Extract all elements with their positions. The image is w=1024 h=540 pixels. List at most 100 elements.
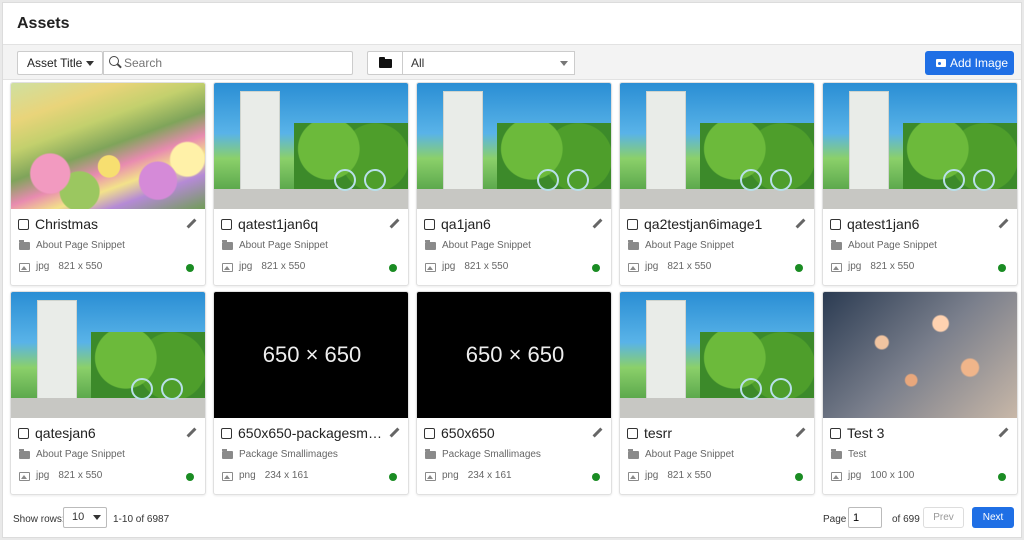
add-image-button[interactable]: Add Image xyxy=(925,51,1014,75)
asset-card[interactable]: 650 × 650 650x650-packagesmall... Package … xyxy=(213,291,409,495)
select-checkbox[interactable] xyxy=(18,219,29,230)
select-checkbox[interactable] xyxy=(627,219,638,230)
asset-thumbnail[interactable] xyxy=(214,83,408,209)
asset-name: qatest1jan6q xyxy=(238,216,319,232)
image-icon xyxy=(425,263,436,272)
status-dot xyxy=(998,473,1006,481)
select-checkbox[interactable] xyxy=(18,428,29,439)
asset-folder: About Page Snippet xyxy=(645,449,734,460)
pencil-icon[interactable] xyxy=(389,428,399,438)
asset-thumbnail[interactable] xyxy=(823,292,1017,418)
file-dimensions: 821 x 550 xyxy=(870,261,915,272)
asset-name: 650x650 xyxy=(441,425,495,441)
chevron-down-icon xyxy=(86,61,94,66)
file-type: jpg xyxy=(36,261,50,272)
asset-name: tesrr xyxy=(644,425,672,441)
asset-card[interactable]: Test 3 Test jpg 100 x 100 xyxy=(822,291,1018,495)
asset-meta: jpg 821 x 550 xyxy=(36,470,102,481)
rows-per-page-select[interactable]: 10 xyxy=(63,507,107,528)
page-title: Assets xyxy=(17,15,70,32)
image-icon xyxy=(628,472,639,481)
select-checkbox[interactable] xyxy=(627,428,638,439)
folder-button[interactable] xyxy=(367,51,403,75)
status-dot xyxy=(389,473,397,481)
file-type: jpg xyxy=(848,261,862,272)
asset-card[interactable]: qatesjan6 About Page Snippet jpg 821 x 550 xyxy=(10,291,206,495)
asset-name: Test 3 xyxy=(847,425,885,441)
status-dot xyxy=(389,264,397,272)
image-icon xyxy=(222,263,233,272)
status-dot xyxy=(592,473,600,481)
folder-icon xyxy=(222,449,233,459)
asset-name: 650x650-packagesmall... xyxy=(238,425,386,441)
file-dimensions: 821 x 550 xyxy=(667,261,712,272)
image-add-icon xyxy=(936,59,946,67)
folder-icon xyxy=(628,240,639,250)
asset-meta: jpg 821 x 550 xyxy=(645,261,711,272)
pencil-icon[interactable] xyxy=(592,219,602,229)
pencil-icon[interactable] xyxy=(389,219,399,229)
pencil-icon[interactable] xyxy=(998,428,1008,438)
select-checkbox[interactable] xyxy=(830,428,841,439)
file-dimensions: 100 x 100 xyxy=(870,470,915,481)
file-type: jpg xyxy=(442,261,456,272)
file-type: jpg xyxy=(239,261,253,272)
pencil-icon[interactable] xyxy=(795,219,805,229)
asset-thumbnail[interactable]: 650 × 650 xyxy=(417,292,611,418)
asset-card[interactable]: 650 × 650 650x650 Package Smallimages png 23… xyxy=(416,291,612,495)
asset-meta: jpg 821 x 550 xyxy=(239,261,305,272)
select-checkbox[interactable] xyxy=(221,428,232,439)
asset-folder: About Page Snippet xyxy=(239,240,328,251)
file-type: png xyxy=(239,470,256,481)
file-dimensions: 821 x 550 xyxy=(58,470,103,481)
asset-thumbnail[interactable] xyxy=(11,83,205,209)
select-checkbox[interactable] xyxy=(221,219,232,230)
folder-select[interactable]: All xyxy=(403,51,575,75)
page-number-input[interactable] xyxy=(848,507,882,528)
prev-button[interactable]: Prev xyxy=(923,507,964,528)
asset-card[interactable]: Christmas About Page Snippet jpg 821 x 550 xyxy=(10,82,206,286)
asset-folder: About Page Snippet xyxy=(848,240,937,251)
folder-select-value: All xyxy=(411,56,425,70)
asset-meta: jpg 821 x 550 xyxy=(442,261,508,272)
asset-meta: jpg 821 x 550 xyxy=(36,261,102,272)
select-checkbox[interactable] xyxy=(424,219,435,230)
asset-meta: jpg 821 x 550 xyxy=(645,470,711,481)
file-type: png xyxy=(442,470,459,481)
asset-card[interactable]: qatest1jan6 About Page Snippet jpg 821 x 55… xyxy=(822,82,1018,286)
add-image-label: Add Image xyxy=(950,56,1009,70)
asset-card[interactable]: qatest1jan6q About Page Snippet jpg 821 x 5… xyxy=(213,82,409,286)
folder-icon xyxy=(222,240,233,250)
asset-card[interactable]: qa2testjan6image1 About Page Snippet jpg 82… xyxy=(619,82,815,286)
status-dot xyxy=(795,264,803,272)
asset-thumbnail[interactable] xyxy=(11,292,205,418)
pencil-icon[interactable] xyxy=(186,219,196,229)
chevron-down-icon xyxy=(93,515,101,520)
pencil-icon[interactable] xyxy=(186,428,196,438)
field-select[interactable]: Asset Title xyxy=(17,51,103,75)
asset-card[interactable]: tesrr About Page Snippet jpg 821 x 550 xyxy=(619,291,815,495)
asset-meta: png 234 x 161 xyxy=(239,470,309,481)
image-icon xyxy=(222,472,233,481)
asset-thumbnail[interactable]: 650 × 650 xyxy=(214,292,408,418)
file-type: jpg xyxy=(645,261,659,272)
select-checkbox[interactable] xyxy=(830,219,841,230)
chevron-down-icon xyxy=(560,61,568,66)
pencil-icon[interactable] xyxy=(795,428,805,438)
asset-card[interactable]: qa1jan6 About Page Snippet jpg 821 x 550 xyxy=(416,82,612,286)
asset-meta: jpg 100 x 100 xyxy=(848,470,914,481)
select-checkbox[interactable] xyxy=(424,428,435,439)
image-icon xyxy=(628,263,639,272)
pencil-icon[interactable] xyxy=(998,219,1008,229)
next-button[interactable]: Next xyxy=(972,507,1014,528)
image-icon xyxy=(831,472,842,481)
asset-name: Christmas xyxy=(35,216,99,232)
asset-thumbnail[interactable] xyxy=(620,83,814,209)
file-type: jpg xyxy=(645,470,659,481)
search-input[interactable] xyxy=(103,51,353,75)
pencil-icon[interactable] xyxy=(592,428,602,438)
folder-icon xyxy=(831,240,842,250)
asset-thumbnail[interactable] xyxy=(417,83,611,209)
asset-thumbnail[interactable] xyxy=(620,292,814,418)
asset-thumbnail[interactable] xyxy=(823,83,1017,209)
